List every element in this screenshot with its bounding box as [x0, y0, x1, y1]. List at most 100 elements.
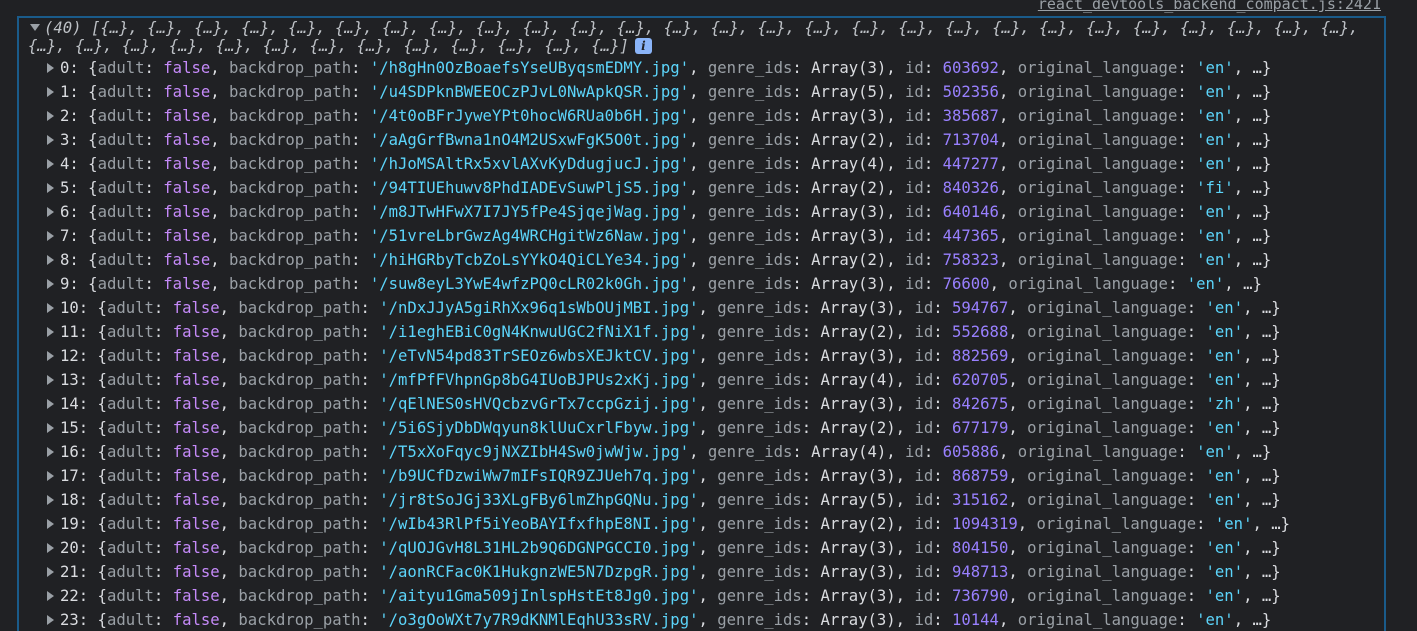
punctuation: ,: [1243, 347, 1262, 365]
quote: ': [679, 275, 690, 293]
punctuation: ,: [210, 251, 230, 269]
punctuation: :: [153, 611, 173, 629]
key-backdrop-path: backdrop_path: [229, 275, 352, 293]
punctuation: :: [933, 539, 952, 557]
value-genre-ids: Array(2): [820, 515, 896, 533]
key-adult: adult: [97, 179, 145, 197]
expand-triangle-icon[interactable]: [47, 110, 54, 121]
punctuation: :: [933, 395, 952, 413]
object-row[interactable]: 16: {adult: false, backdrop_path: '/T5xX…: [47, 440, 1290, 464]
expand-triangle-icon[interactable]: [47, 590, 54, 601]
object-row[interactable]: 6: {adult: false, backdrop_path: '/m8JTw…: [47, 200, 1290, 224]
object-row[interactable]: 11: {adult: false, backdrop_path: '/i1eg…: [47, 320, 1290, 344]
expand-triangle-icon[interactable]: [47, 134, 54, 145]
punctuation: ,: [998, 83, 1018, 101]
expand-triangle-icon[interactable]: [47, 494, 54, 505]
expand-triangle-icon[interactable]: [47, 542, 54, 553]
expand-triangle-icon[interactable]: [47, 518, 54, 529]
object-row[interactable]: 23: {adult: false, backdrop_path: '/o3gO…: [47, 608, 1290, 631]
punctuation: :: [351, 203, 370, 221]
expand-triangle-icon[interactable]: [47, 302, 54, 313]
expand-triangle-icon[interactable]: [47, 446, 54, 457]
punctuation: }: [1261, 155, 1272, 173]
value-id: 447365: [942, 227, 999, 245]
expand-triangle-icon[interactable]: [47, 566, 54, 577]
object-row[interactable]: 19: {adult: false, backdrop_path: '/wIb4…: [47, 512, 1290, 536]
object-row[interactable]: 20: {adult: false, backdrop_path: '/qUOJ…: [47, 536, 1290, 560]
expand-triangle-icon[interactable]: [47, 374, 54, 385]
value-adult: false: [172, 323, 220, 341]
value-id: 502356: [942, 83, 999, 101]
object-row[interactable]: 18: {adult: false, backdrop_path: '/jr8t…: [47, 488, 1290, 512]
value-backdrop-path: /suw8eyL3YwE4wfzPQ0cLR02k0Gh.jpg: [379, 275, 680, 293]
punctuation: :: [1177, 443, 1197, 461]
key-backdrop-path: backdrop_path: [238, 563, 361, 581]
object-row[interactable]: 1: {adult: false, backdrop_path: '/u4SDP…: [47, 80, 1290, 104]
expand-triangle-icon[interactable]: [47, 62, 54, 73]
expand-triangle-icon[interactable]: [47, 278, 54, 289]
key-adult: adult: [106, 419, 154, 437]
object-row[interactable]: 7: {adult: false, backdrop_path: '/51vre…: [47, 224, 1290, 248]
expand-triangle-icon[interactable]: [47, 158, 54, 169]
punctuation: ,: [886, 275, 906, 293]
expand-triangle-icon[interactable]: [47, 182, 54, 193]
quote: ': [1233, 563, 1244, 581]
expand-triangle-icon[interactable]: [47, 614, 54, 625]
object-row[interactable]: 15: {adult: false, backdrop_path: '/5i6S…: [47, 416, 1290, 440]
punctuation: : {: [69, 155, 98, 173]
info-icon[interactable]: i: [634, 37, 652, 54]
object-row[interactable]: 3: {adult: false, backdrop_path: '/aAgGr…: [47, 128, 1290, 152]
punctuation: ,: [698, 611, 718, 629]
object-row[interactable]: 5: {adult: false, backdrop_path: '/94TIU…: [47, 176, 1290, 200]
key-adult: adult: [106, 611, 154, 629]
punctuation: :: [360, 467, 380, 485]
object-row[interactable]: 13: {adult: false, backdrop_path: '/mfPf…: [47, 368, 1290, 392]
object-row[interactable]: 21: {adult: false, backdrop_path: '/aonR…: [47, 560, 1290, 584]
object-row[interactable]: 8: {adult: false, backdrop_path: '/hiHGR…: [47, 248, 1290, 272]
expand-triangle-icon[interactable]: [47, 230, 54, 241]
quote: ': [1205, 491, 1215, 509]
key-backdrop-path: backdrop_path: [238, 467, 361, 485]
punctuation: ,: [998, 611, 1018, 629]
expand-triangle-icon[interactable]: [47, 422, 54, 433]
source-file-link[interactable]: react_devtools_backend_compact.js:2421: [1038, 0, 1381, 13]
object-row[interactable]: 0: {adult: false, backdrop_path: '/h8gHn…: [47, 56, 1290, 80]
row-index: 2: [60, 107, 70, 125]
expand-triangle-icon[interactable]: [47, 398, 54, 409]
object-row[interactable]: 22: {adult: false, backdrop_path: '/aity…: [47, 584, 1290, 608]
key-adult: adult: [97, 227, 145, 245]
key-adult: adult: [106, 443, 154, 461]
expand-triangle-icon[interactable]: [47, 254, 54, 265]
object-row[interactable]: 14: {adult: false, backdrop_path: '/qElN…: [47, 392, 1290, 416]
expand-triangle-icon[interactable]: [47, 326, 54, 337]
punctuation: ,: [1243, 299, 1262, 317]
key-adult: adult: [106, 395, 154, 413]
object-row[interactable]: 9: {adult: false, backdrop_path: '/suw8e…: [47, 272, 1290, 296]
key-original-language: original_language: [1027, 467, 1187, 485]
object-row[interactable]: 12: {adult: false, backdrop_path: '/eTvN…: [47, 344, 1290, 368]
value-id: 385687: [942, 107, 999, 125]
punctuation: :: [923, 131, 943, 149]
key-backdrop-path: backdrop_path: [229, 227, 352, 245]
punctuation: :: [144, 59, 164, 77]
object-row[interactable]: 4: {adult: false, backdrop_path: '/hJoMS…: [47, 152, 1290, 176]
object-row[interactable]: 10: {adult: false, backdrop_path: '/nDxJ…: [47, 296, 1290, 320]
value-id: 447277: [942, 155, 999, 173]
key-original-language: original_language: [1027, 395, 1187, 413]
punctuation: :: [923, 179, 943, 197]
collapse-triangle-icon[interactable]: [30, 24, 40, 31]
ellipsis: …: [1261, 539, 1272, 557]
expand-triangle-icon[interactable]: [47, 350, 54, 361]
punctuation: :: [923, 107, 943, 125]
expand-triangle-icon[interactable]: [47, 206, 54, 217]
value-genre-ids: Array(3): [811, 203, 887, 221]
row-index: 12: [60, 347, 79, 365]
expand-triangle-icon[interactable]: [47, 86, 54, 97]
object-row[interactable]: 2: {adult: false, backdrop_path: '/4t0oB…: [47, 104, 1290, 128]
punctuation: }: [1261, 203, 1272, 221]
key-backdrop-path: backdrop_path: [229, 107, 352, 125]
expand-triangle-icon[interactable]: [47, 470, 54, 481]
object-row[interactable]: 17: {adult: false, backdrop_path: '/b9UC…: [47, 464, 1290, 488]
key-adult: adult: [106, 515, 154, 533]
value-backdrop-path: /wIb43RlPf5iYeoBAYIfxfhpE8NI.jpg: [388, 515, 690, 533]
